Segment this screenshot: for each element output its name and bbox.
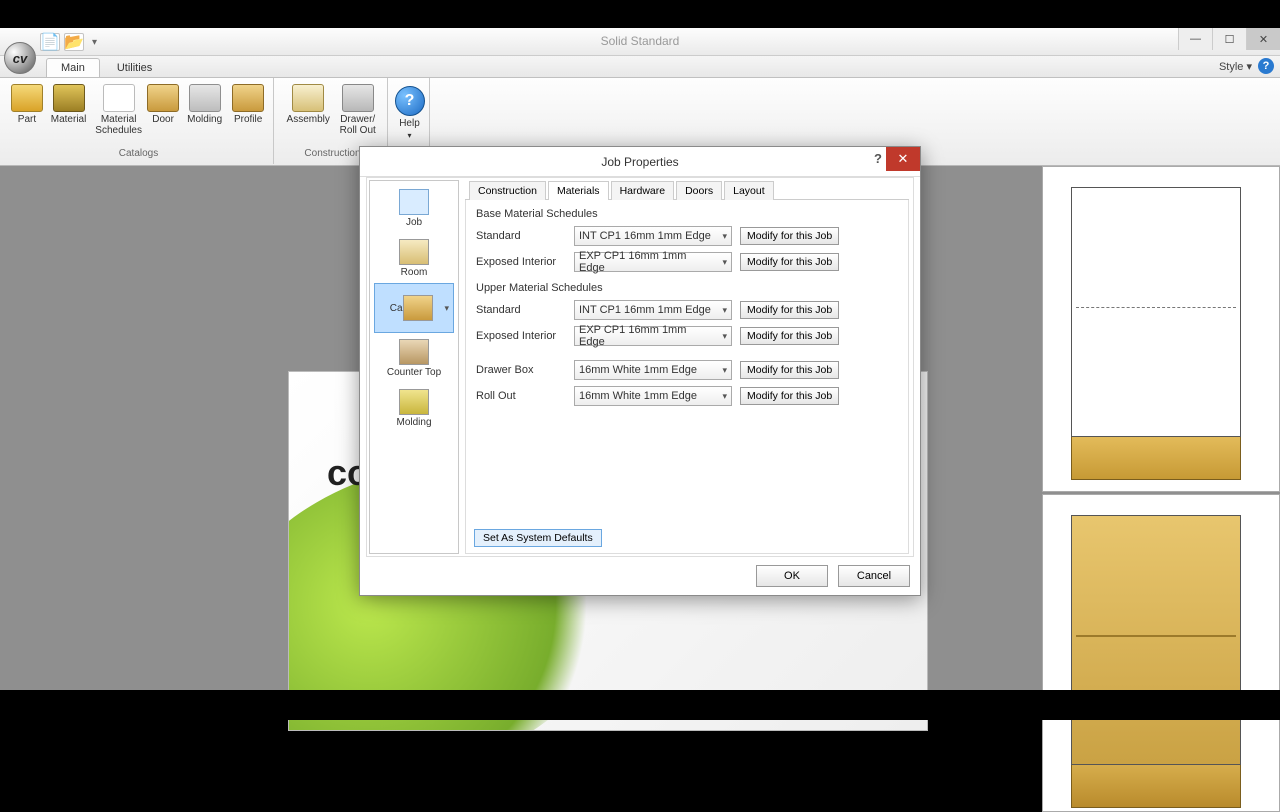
modify-upper-standard[interactable]: Modify for this Job [740,301,839,319]
help-icon[interactable]: ? [1258,58,1274,74]
qat-customize-icon[interactable]: ▾ [92,37,97,48]
ribbon-profile[interactable]: Profile [229,82,267,148]
upper-group-title: Upper Material Schedules [476,282,898,294]
dialog-buttons: OK Cancel [756,565,910,587]
profile-icon [232,84,264,112]
dialog-tabs: Construction Materials Hardware Doors La… [465,180,909,200]
modify-base-standard[interactable]: Modify for this Job [740,227,839,245]
assembly-icon [292,84,324,112]
ribbon-part[interactable]: Part [10,82,44,148]
titlebar: cv 📄 📂 ▾ Solid Standard — ☐ ✕ [0,28,1280,56]
label-base-standard: Standard [476,230,566,242]
ribbon-material-schedules[interactable]: Material Schedules [93,82,144,148]
molding-icon [189,84,221,112]
drawer-icon [342,84,374,112]
tab-main[interactable]: Main [46,58,100,77]
application-window: cv 📄 📂 ▾ Solid Standard — ☐ ✕ Main Utili… [0,28,1280,690]
select-upper-standard[interactable]: INT CP1 16mm 1mm Edge [574,300,732,320]
job-icon [399,189,429,215]
close-button[interactable]: ✕ [1246,28,1280,50]
category-molding[interactable]: Molding [374,383,454,433]
job-properties-dialog: Job Properties ? ✕ Job Room Cabinet Coun… [359,146,921,596]
window-controls: — ☐ ✕ [1178,28,1280,50]
select-base-exposed[interactable]: EXP CP1 16mm 1mm Edge [574,252,732,272]
ribbon-assembly[interactable]: Assembly [284,82,332,148]
tab-utilities[interactable]: Utilities [102,58,167,77]
ribbon-drawer-rollout[interactable]: Drawer/ Roll Out [334,82,381,148]
tab-doors[interactable]: Doors [676,181,722,200]
group-base-schedules: Base Material Schedules Standard INT CP1… [476,208,898,272]
dialog-form-area: Construction Materials Hardware Doors La… [461,178,913,556]
tab-layout[interactable]: Layout [724,181,774,200]
materials-tab-content: Base Material Schedules Standard INT CP1… [465,200,909,554]
set-system-defaults-button[interactable]: Set As System Defaults [474,529,602,547]
preview-pane-bottom [1042,494,1280,812]
tab-construction[interactable]: Construction [469,181,546,200]
ribbon-molding[interactable]: Molding [182,82,227,148]
select-roll-out[interactable]: 16mm White 1mm Edge [574,386,732,406]
ok-button[interactable]: OK [756,565,828,587]
select-upper-exposed[interactable]: EXP CP1 16mm 1mm Edge [574,326,732,346]
label-upper-standard: Standard [476,304,566,316]
group-drawer-rollout: Drawer Box 16mm White 1mm Edge Modify fo… [476,360,898,406]
modify-roll-out[interactable]: Modify for this Job [740,387,839,405]
ribbon-help[interactable]: ?Help▾ [394,84,425,148]
cabinet-wireframe [1071,187,1241,480]
dialog-title: Job Properties ? ✕ [360,147,920,177]
countertop-icon [399,339,429,365]
label-base-exposed: Exposed Interior [476,256,566,268]
maximize-button[interactable]: ☐ [1212,28,1246,50]
room-icon [399,239,429,265]
cabinet-icon [403,295,433,321]
modify-drawer-box[interactable]: Modify for this Job [740,361,839,379]
dialog-close-button[interactable]: ✕ [886,147,920,171]
label-drawer-box: Drawer Box [476,364,566,376]
group-upper-schedules: Upper Material Schedules Standard INT CP… [476,282,898,346]
select-drawer-box[interactable]: 16mm White 1mm Edge [574,360,732,380]
label-roll-out: Roll Out [476,390,566,402]
tab-hardware[interactable]: Hardware [611,181,675,200]
dialog-help-icon[interactable]: ? [874,151,882,166]
help-round-icon: ? [395,86,425,116]
molding-cat-icon [399,389,429,415]
ribbon-group-catalogs: Part Material Material Schedules Door Mo… [4,78,274,164]
base-group-title: Base Material Schedules [476,208,898,220]
dialog-category-list: Job Room Cabinet Counter Top Molding [369,180,459,554]
ribbon-door[interactable]: Door [146,82,180,148]
cabinet-solid [1071,515,1241,808]
label-upper-exposed: Exposed Interior [476,330,566,342]
ribbon-tabstrip: Main Utilities Style ▾ ? [0,56,1280,78]
material-icon [53,84,85,112]
style-dropdown[interactable]: Style ▾ [1219,60,1252,73]
tab-materials[interactable]: Materials [548,181,609,200]
minimize-button[interactable]: — [1178,28,1212,50]
preview-pane-top [1042,166,1280,492]
ribbon-group-label-catalogs: Catalogs [4,148,273,159]
category-job[interactable]: Job [374,183,454,233]
material-schedules-icon [103,84,135,112]
quick-access-toolbar: 📄 📂 ▾ [40,33,97,51]
category-room[interactable]: Room [374,233,454,283]
window-title: Solid Standard [601,34,680,48]
qat-open-icon[interactable]: 📂 [64,33,84,51]
app-logo[interactable]: cv [4,42,36,74]
qat-new-icon[interactable]: 📄 [40,33,60,51]
letterbox [0,690,1280,720]
cancel-button[interactable]: Cancel [838,565,910,587]
modify-upper-exposed[interactable]: Modify for this Job [740,327,839,345]
door-icon [147,84,179,112]
select-base-standard[interactable]: INT CP1 16mm 1mm Edge [574,226,732,246]
category-cabinet[interactable]: Cabinet [374,283,454,333]
modify-base-exposed[interactable]: Modify for this Job [740,253,839,271]
ribbon-material[interactable]: Material [46,82,91,148]
category-counter-top[interactable]: Counter Top [374,333,454,383]
part-icon [11,84,43,112]
